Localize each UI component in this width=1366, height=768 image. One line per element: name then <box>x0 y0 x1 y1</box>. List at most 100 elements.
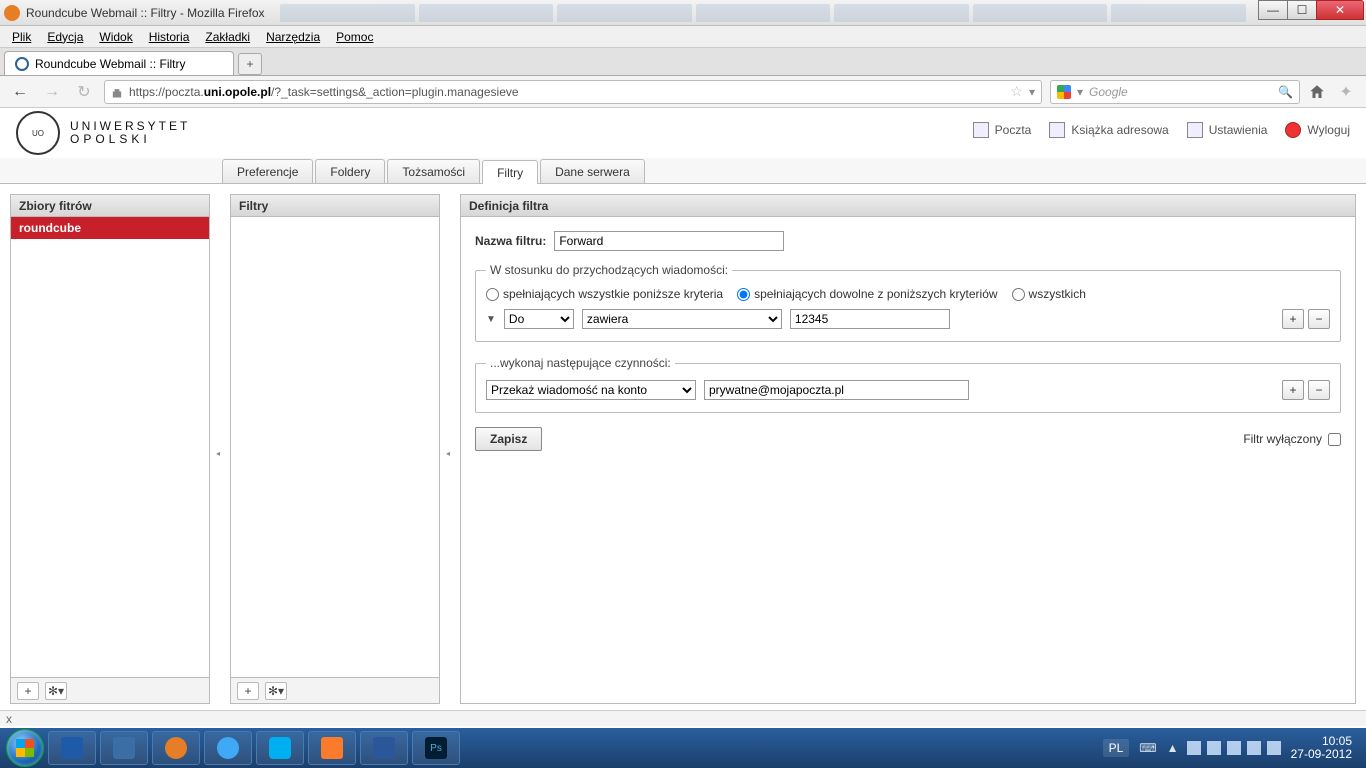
browser-tab-title: Roundcube Webmail :: Filtry <box>35 57 186 71</box>
settings-icon <box>1187 122 1203 138</box>
tray-keyboard-icon[interactable]: ⌨ <box>1139 741 1156 755</box>
menu-bookmarks[interactable]: Zakładki <box>199 28 256 46</box>
header-link-logout[interactable]: Wyloguj <box>1285 122 1350 138</box>
tray-battery-icon[interactable] <box>1227 741 1241 755</box>
rule-value-input[interactable] <box>790 309 950 329</box>
tab-folders[interactable]: Foldery <box>315 159 385 183</box>
action-target-input[interactable] <box>704 380 969 400</box>
actions-legend: ...wykonaj następujące czynności: <box>486 356 675 370</box>
splitter-2[interactable] <box>448 194 452 704</box>
filter-disabled-checkbox[interactable]: Filtr wyłączony <box>1243 432 1341 446</box>
university-seal-icon: UO <box>16 111 60 155</box>
lock-icon <box>111 86 123 98</box>
tab-filters[interactable]: Filtry <box>482 160 538 184</box>
settings-tabs: Preferencje Foldery Tożsamości Filtry Da… <box>0 158 1366 184</box>
search-go-icon[interactable]: 🔍 <box>1278 85 1293 99</box>
menu-history[interactable]: Historia <box>143 28 196 46</box>
menu-edit[interactable]: Edycja <box>41 28 89 46</box>
start-button[interactable] <box>6 729 44 767</box>
taskbar-app-thunderbird[interactable] <box>100 731 148 765</box>
background-window-tabs <box>280 4 1246 22</box>
nav-back-button[interactable]: ← <box>8 80 32 104</box>
taskbar-app-save[interactable] <box>48 731 96 765</box>
filter-set-item[interactable]: roundcube <box>11 217 209 239</box>
filter-name-input[interactable] <box>554 231 784 251</box>
app-logo-text: UNIWERSYTET OPOLSKI <box>70 120 190 146</box>
tab-preferences[interactable]: Preferencje <box>222 159 313 183</box>
tray-network-icon[interactable] <box>1207 741 1221 755</box>
tab-identities[interactable]: Tożsamości <box>387 159 480 183</box>
rule-header-select[interactable]: Do <box>504 309 574 329</box>
menu-view[interactable]: Widok <box>93 28 138 46</box>
search-placeholder: Google <box>1089 85 1128 99</box>
tray-volume-icon[interactable] <box>1247 741 1261 755</box>
taskbar-app-firefox[interactable] <box>152 731 200 765</box>
workspace: Zbiory fitrów roundcube + ✻▾ Filtry + ✻▾… <box>0 184 1366 704</box>
menu-tools[interactable]: Narzędzia <box>260 28 326 46</box>
taskbar-app-ie[interactable] <box>204 731 252 765</box>
filter-name-label: Nazwa filtru: <box>475 234 546 248</box>
home-button[interactable] <box>1308 83 1326 101</box>
rule-operator-select[interactable]: zawiera <box>582 309 782 329</box>
scope-radio-every[interactable]: wszystkich <box>1012 287 1086 301</box>
rule-collapse-icon[interactable]: ▼ <box>486 314 496 325</box>
panel-filters-header: Filtry <box>231 195 439 217</box>
splitter-1[interactable] <box>218 194 222 704</box>
filter-set-gear-button[interactable]: ✻▾ <box>45 682 67 700</box>
taskbar-app-photoshop[interactable]: Ps <box>412 731 460 765</box>
tray-sync-icon[interactable] <box>1267 741 1281 755</box>
nav-reload-button[interactable]: ↻ <box>72 80 96 104</box>
menu-help[interactable]: Pomoc <box>330 28 379 46</box>
browser-newtab-button[interactable]: + <box>238 53 262 75</box>
menu-file[interactable]: Plik <box>6 28 37 46</box>
scope-radio-any[interactable]: spełniających dowolne z poniższych kryte… <box>737 287 997 301</box>
browser-menubar: Plik Edycja Widok Historia Zakładki Narz… <box>0 26 1366 48</box>
taskbar-app-skype[interactable] <box>256 731 304 765</box>
bookmark-star-icon[interactable]: ☆ <box>1010 83 1023 100</box>
panel-filters: Filtry + ✻▾ <box>230 194 440 704</box>
filter-gear-button[interactable]: ✻▾ <box>265 682 287 700</box>
filter-set-add-button[interactable]: + <box>17 682 39 700</box>
rule-add-button[interactable]: + <box>1282 309 1304 329</box>
tray-icons: ▲ <box>1167 741 1281 755</box>
rule-remove-button[interactable]: − <box>1308 309 1330 329</box>
header-link-settings[interactable]: Ustawienia <box>1187 122 1268 138</box>
tray-flag-icon[interactable] <box>1187 741 1201 755</box>
action-add-button[interactable]: + <box>1282 380 1304 400</box>
search-bar[interactable]: ▾ Google 🔍 <box>1050 80 1300 104</box>
roundcube-icon <box>15 57 29 71</box>
logout-icon <box>1285 122 1301 138</box>
window-maximize-button[interactable]: ☐ <box>1287 0 1317 20</box>
save-button[interactable]: Zapisz <box>475 427 542 451</box>
window-close-button[interactable]: ✕ <box>1316 0 1364 20</box>
browser-tab-active[interactable]: Roundcube Webmail :: Filtry <box>4 51 234 75</box>
google-icon <box>1057 85 1071 99</box>
header-link-addressbook[interactable]: Książka adresowa <box>1049 122 1168 138</box>
nav-forward-button[interactable]: → <box>40 80 64 104</box>
addressbook-icon <box>1049 122 1065 138</box>
window-minimize-button[interactable]: — <box>1258 0 1288 20</box>
mail-icon <box>973 122 989 138</box>
taskbar-app-word[interactable] <box>360 731 408 765</box>
search-dropdown-icon[interactable]: ▾ <box>1077 85 1083 99</box>
browser-statusbar: x <box>0 710 1366 726</box>
window-title: Roundcube Webmail :: Filtry - Mozilla Fi… <box>26 6 265 20</box>
panel-filter-definition: Definicja filtra Nazwa filtru: W stosunk… <box>460 194 1356 704</box>
tab-server-data[interactable]: Dane serwera <box>540 159 645 183</box>
addon-button[interactable]: ✦ <box>1334 80 1358 104</box>
tray-clock[interactable]: 10:05 27-09-2012 <box>1291 735 1352 761</box>
panel-definition-header: Definicja filtra <box>461 195 1355 217</box>
url-text: https://poczta.uni.opole.pl/?_task=setti… <box>129 85 519 99</box>
tray-language[interactable]: PL <box>1103 739 1130 757</box>
header-link-mail[interactable]: Poczta <box>973 122 1032 138</box>
scope-radio-all[interactable]: spełniających wszystkie poniższe kryteri… <box>486 287 723 301</box>
action-remove-button[interactable]: − <box>1308 380 1330 400</box>
scope-legend: W stosunku do przychodzących wiadomości: <box>486 263 732 277</box>
action-type-select[interactable]: Przekaż wiadomość na konto <box>486 380 696 400</box>
url-bar[interactable]: https://poczta.uni.opole.pl/?_task=setti… <box>104 80 1042 104</box>
actions-fieldset: ...wykonaj następujące czynności: Przeka… <box>475 356 1341 413</box>
url-dropdown-icon[interactable]: ▾ <box>1029 85 1035 99</box>
filter-add-button[interactable]: + <box>237 682 259 700</box>
taskbar-app-xampp[interactable] <box>308 731 356 765</box>
tray-up-icon[interactable]: ▲ <box>1167 741 1181 755</box>
